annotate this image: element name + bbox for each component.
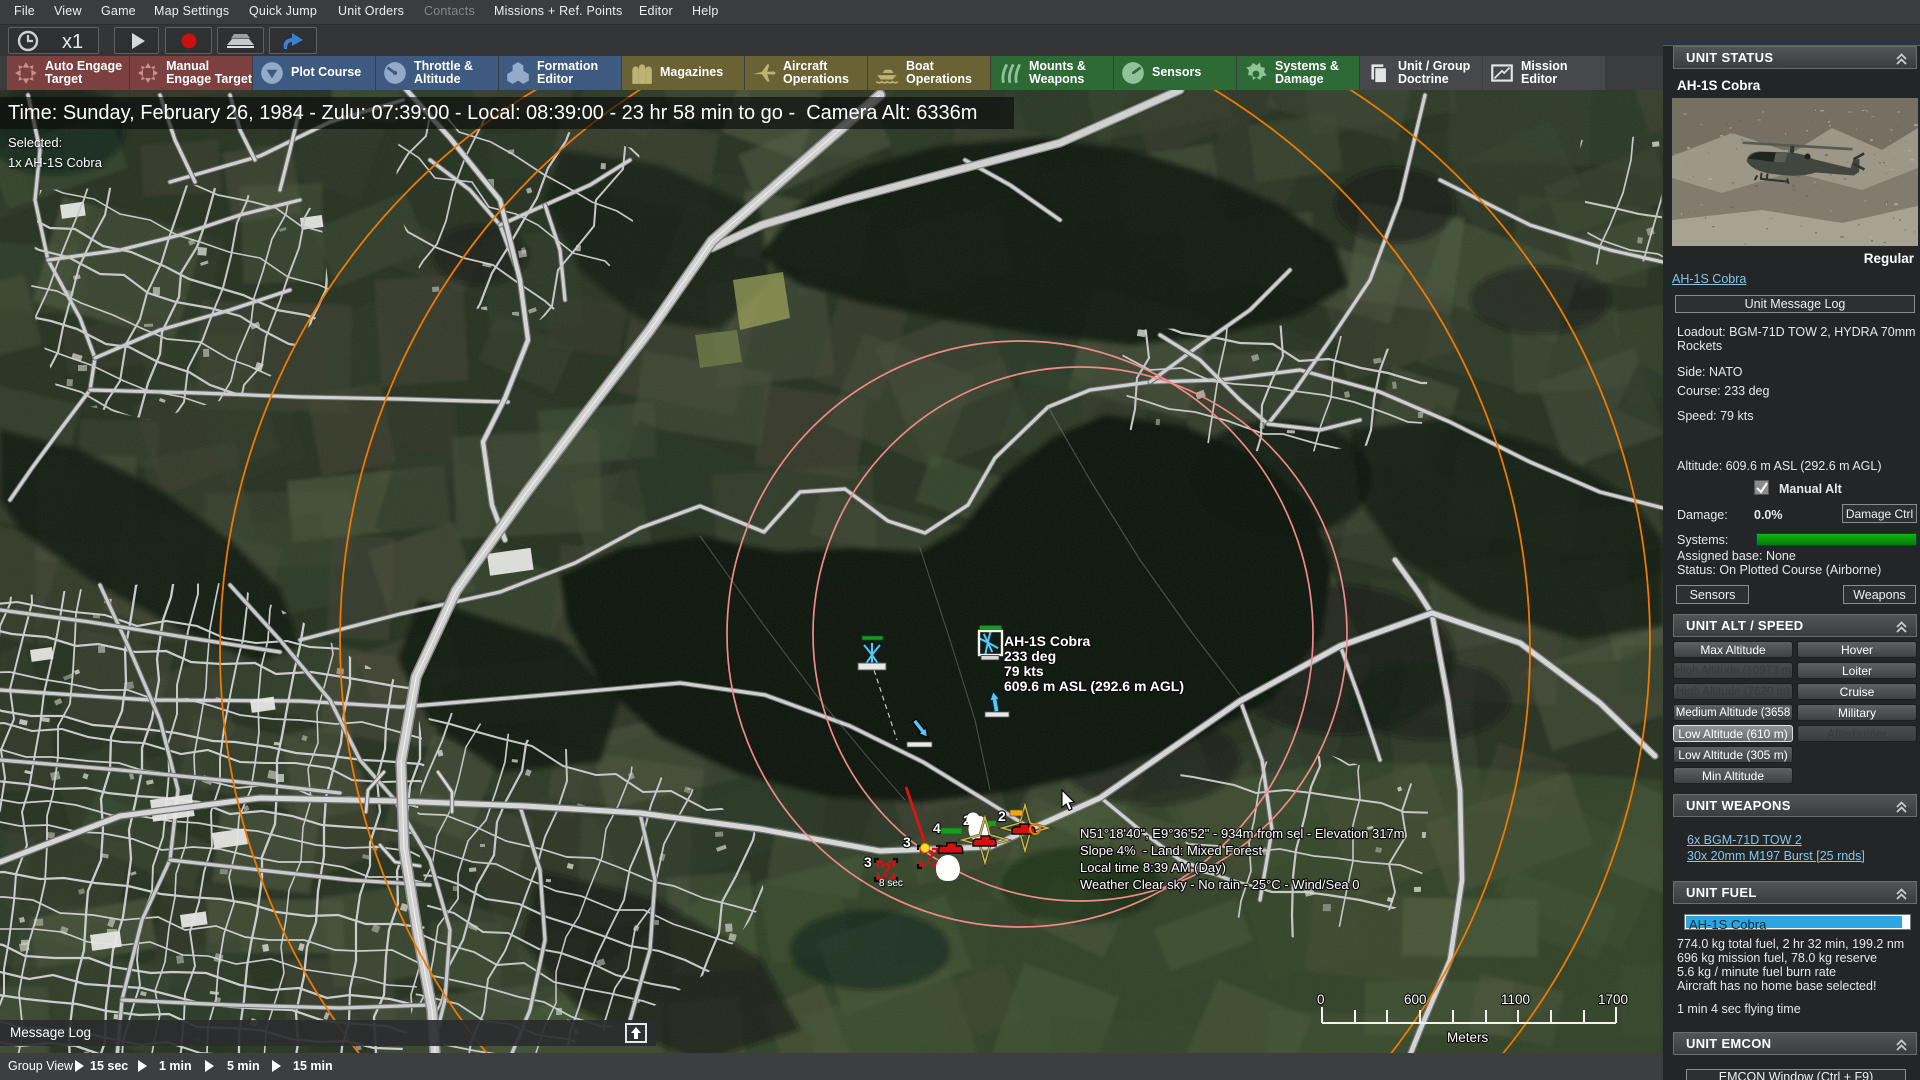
svg-text:Weather Clear sky - No rain -: Weather Clear sky - No rain - 25°C - Win… <box>1080 877 1360 892</box>
svg-text:4: 4 <box>933 820 941 836</box>
svg-text:1700: 1700 <box>1598 992 1628 1007</box>
svg-text:233 deg: 233 deg <box>1004 648 1056 664</box>
svg-text:AH-1S Cobra: AH-1S Cobra <box>1004 633 1091 649</box>
svg-text:1100: 1100 <box>1501 992 1530 1007</box>
svg-text:3: 3 <box>903 834 911 850</box>
svg-text:2: 2 <box>998 808 1006 824</box>
svg-text:x1: x1 <box>62 31 83 53</box>
svg-text:N51°18'40", E9°36'52" - 934m f: N51°18'40", E9°36'52" - 934m from sel - … <box>1080 826 1404 841</box>
svg-text:3: 3 <box>864 854 872 870</box>
svg-text:79 kts: 79 kts <box>1004 663 1044 679</box>
svg-text:600: 600 <box>1404 992 1427 1007</box>
svg-text:8 sec: 8 sec <box>879 878 903 889</box>
svg-text:Slope 4% - Land: Mixed Forest: Slope 4% - Land: Mixed Forest <box>1080 843 1262 858</box>
svg-text:Local time 8:39 AM (Day): Local time 8:39 AM (Day) <box>1080 860 1226 875</box>
svg-text:0: 0 <box>1317 992 1325 1007</box>
svg-text:609.6 m ASL (292.6 m AGL): 609.6 m ASL (292.6 m AGL) <box>1004 678 1184 694</box>
svg-text:Meters: Meters <box>1447 1030 1489 1045</box>
